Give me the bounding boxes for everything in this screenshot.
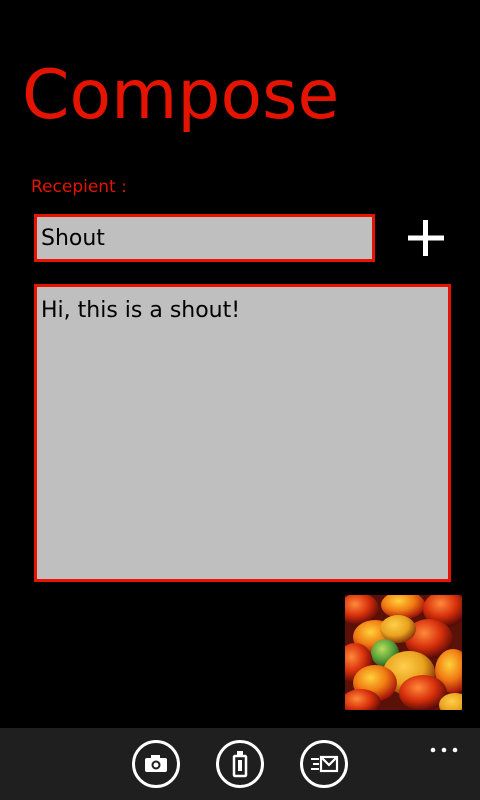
app-bar — [0, 728, 480, 800]
more-options-button[interactable] — [430, 740, 458, 753]
shout-bottle-icon — [232, 751, 248, 778]
message-value: Hi, this is a shout! — [41, 298, 241, 323]
add-recipient-button[interactable] — [406, 218, 446, 258]
send-button[interactable] — [300, 740, 348, 788]
send-message-icon — [311, 755, 339, 773]
recipient-input[interactable]: Shout — [34, 214, 375, 262]
ellipsis-icon — [430, 747, 458, 753]
shout-button[interactable] — [216, 740, 264, 788]
recipient-value: Shout — [41, 226, 105, 251]
message-textarea[interactable]: Hi, this is a shout! — [34, 284, 451, 582]
recipient-label: Recepient : — [31, 177, 127, 197]
attachment-thumbnail[interactable] — [345, 595, 462, 710]
camera-button[interactable] — [132, 740, 180, 788]
plus-icon — [408, 220, 444, 256]
camera-icon — [145, 755, 167, 772]
page-title: Compose — [22, 56, 340, 135]
photo-thumbnail — [345, 595, 462, 710]
